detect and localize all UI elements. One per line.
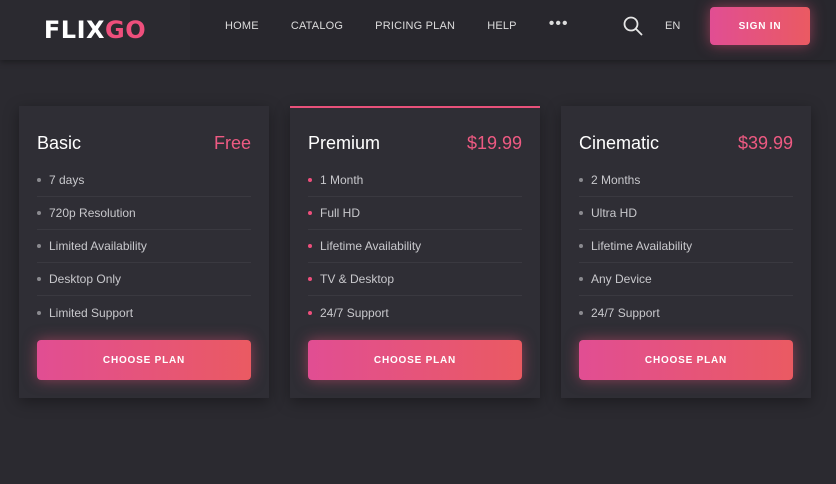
bullet-icon [37, 277, 41, 281]
bullet-icon [37, 310, 41, 315]
feature-item: Lifetime Availability [308, 230, 522, 263]
feature-label: Lifetime Availability [320, 239, 422, 253]
feature-item: 1 Month [308, 164, 522, 197]
language-selector[interactable]: EN [665, 20, 680, 32]
bullet-icon [37, 178, 41, 182]
bullet-icon [308, 178, 312, 182]
feature-item: 24/7 Support [579, 296, 793, 329]
plan-name: Cinematic [579, 132, 660, 153]
feature-label: Lifetime Availability [591, 239, 693, 253]
feature-item: 24/7 Support [308, 296, 522, 329]
main-nav: HOME CATALOG PRICING PLAN HELP ••• [225, 0, 569, 52]
bullet-icon [308, 211, 312, 215]
choose-plan-button-premium[interactable]: CHOOSE PLAN [308, 340, 522, 380]
feature-label: 1 Month [320, 173, 364, 187]
feature-label: 24/7 Support [320, 305, 389, 320]
plan-features: 7 days 720p Resolution Limited Availabil… [37, 164, 251, 329]
bullet-icon [579, 310, 583, 315]
feature-label: Any Device [591, 272, 652, 286]
feature-label: Ultra HD [591, 206, 638, 220]
nav-catalog[interactable]: CATALOG [291, 20, 343, 32]
feature-item: Full HD [308, 197, 522, 230]
feature-item: Any Device [579, 263, 793, 296]
bullet-icon [579, 277, 583, 281]
plan-card-premium: Premium $19.99 1 Month Full HD Lifetime … [290, 106, 540, 398]
sign-in-button[interactable]: SIGN IN [710, 7, 810, 45]
feature-label: Desktop Only [49, 272, 122, 286]
feature-item: Desktop Only [37, 263, 251, 296]
plan-name: Premium [308, 132, 381, 153]
header: FLIXGO HOME CATALOG PRICING PLAN HELP ••… [0, 0, 836, 60]
feature-item: TV & Desktop [308, 263, 522, 296]
feature-item: 2 Months [579, 164, 793, 197]
bullet-icon [579, 211, 583, 215]
nav-home[interactable]: HOME [225, 20, 259, 32]
feature-label: 24/7 Support [591, 305, 660, 320]
feature-item: Ultra HD [579, 197, 793, 230]
feature-label: 720p Resolution [49, 206, 136, 220]
plan-header: Premium $19.99 [308, 130, 522, 156]
plan-price: $39.99 [737, 132, 793, 153]
bullet-icon [579, 178, 583, 182]
bullet-icon [37, 244, 41, 248]
feature-label: Full HD [320, 206, 361, 220]
plan-price: $19.99 [466, 132, 522, 153]
plan-card-cinematic: Cinematic $39.99 2 Months Ultra HD Lifet… [561, 106, 811, 398]
choose-plan-button-basic[interactable]: CHOOSE PLAN [37, 340, 251, 380]
feature-label: TV & Desktop [320, 272, 395, 286]
plan-header: Basic Free [37, 130, 251, 156]
choose-plan-button-cinematic[interactable]: CHOOSE PLAN [579, 340, 793, 380]
logo-text-flix: FLIX [43, 16, 105, 44]
bullet-icon [308, 277, 312, 281]
logo-container: FLIXGO [0, 0, 190, 60]
plan-features: 1 Month Full HD Lifetime Availability TV… [308, 164, 522, 329]
plan-name: Basic [37, 132, 82, 153]
plan-features: 2 Months Ultra HD Lifetime Availability … [579, 164, 793, 329]
feature-item: Limited Availability [37, 230, 251, 263]
nav-help[interactable]: HELP [487, 20, 517, 32]
bullet-icon [308, 244, 312, 248]
feature-label: 7 days [49, 173, 85, 187]
bullet-icon [37, 211, 41, 215]
plan-price: Free [213, 132, 251, 153]
feature-label: 2 Months [591, 173, 641, 187]
feature-item: 720p Resolution [37, 197, 251, 230]
feature-item: 7 days [37, 164, 251, 197]
feature-label: Limited Availability [49, 239, 147, 253]
nav-pricing-plan[interactable]: PRICING PLAN [375, 20, 455, 32]
plan-header: Cinematic $39.99 [579, 130, 793, 156]
bullet-icon [579, 244, 583, 248]
logo[interactable]: FLIXGO [44, 16, 146, 44]
plan-card-basic: Basic Free 7 days 720p Resolution Limite… [19, 106, 269, 398]
search-icon[interactable] [622, 15, 644, 37]
feature-label: Limited Support [49, 305, 134, 320]
logo-text-go: GO [105, 16, 147, 44]
bullet-icon [308, 310, 312, 315]
more-dots-icon[interactable]: ••• [549, 15, 569, 33]
feature-item: Limited Support [37, 296, 251, 329]
feature-item: Lifetime Availability [579, 230, 793, 263]
